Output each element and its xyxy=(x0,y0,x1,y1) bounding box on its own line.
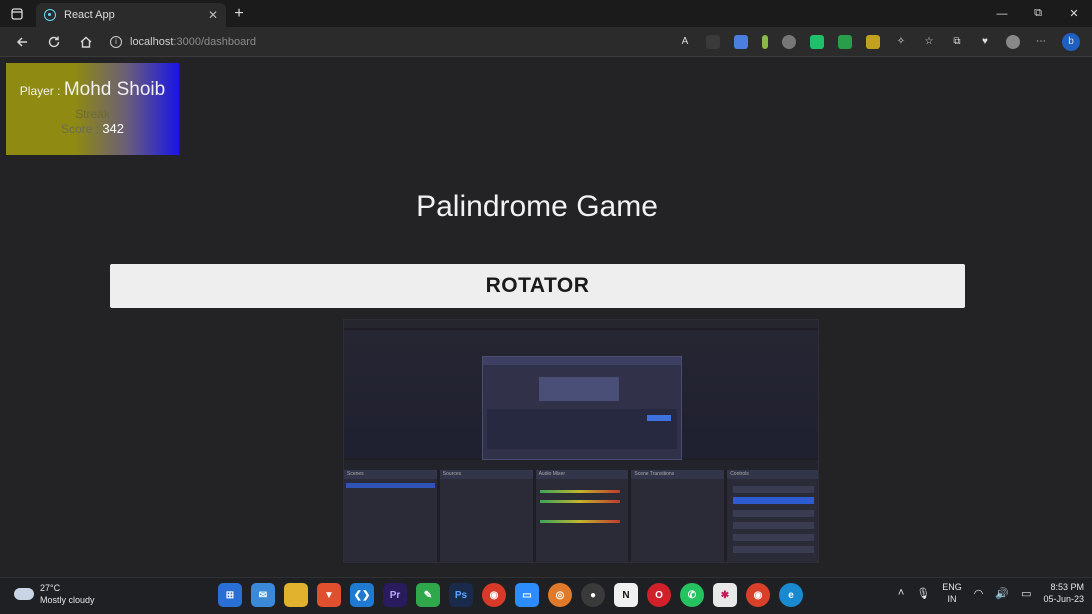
system-tray: ˄ 🎙 ENG IN ◠ 🔊 ▭ 8:53 PM 05-Jun-23 xyxy=(898,581,1084,605)
preview-nested-window xyxy=(482,356,682,460)
microphone-icon[interactable]: 🎙 xyxy=(916,587,930,600)
back-arrow-icon xyxy=(16,36,27,47)
profile-avatar-icon[interactable] xyxy=(1006,34,1020,49)
react-favicon-icon xyxy=(44,9,56,21)
close-window-button[interactable]: ✕ xyxy=(1056,0,1092,27)
extension-blue-icon[interactable] xyxy=(734,34,748,49)
bing-chat-icon[interactable]: b xyxy=(1062,32,1080,51)
volume-icon[interactable]: 🔊 xyxy=(995,587,1009,600)
minimize-button[interactable]: — xyxy=(984,0,1020,27)
start-icon[interactable]: ⊞ xyxy=(218,583,242,607)
wifi-icon[interactable]: ◠ xyxy=(974,587,984,600)
page-title: Palindrome Game xyxy=(416,190,658,223)
extensions-row: A ✧ ☆ ⧉ ♥ ⋯ b xyxy=(678,32,1086,51)
browser-essentials-icon[interactable]: ♥ xyxy=(978,35,992,49)
tray-chevron-up-icon[interactable]: ˄ xyxy=(898,587,904,599)
chrome-icon[interactable]: ◉ xyxy=(482,583,506,607)
streak-label: Streak xyxy=(75,107,110,121)
clock-time: 8:53 PM xyxy=(1050,582,1084,592)
url-host: localhost xyxy=(130,35,174,48)
favorites-icon[interactable]: ☆ xyxy=(922,35,936,49)
new-tab-button[interactable]: + xyxy=(226,2,252,26)
player-info: Player : Mohd Shoib xyxy=(6,79,179,101)
app-available-icon[interactable] xyxy=(706,34,720,49)
clock[interactable]: 8:53 PM 05-Jun-23 xyxy=(1043,581,1084,605)
extensions-puzzle-icon[interactable]: ✧ xyxy=(894,35,908,49)
mail-icon[interactable]: ✉ xyxy=(251,583,275,607)
taskbar-apps: ⊞ ✉ ▼ ❮❯ Pr ✎ Ps ◉ ▭ ◎ ● N O ✆ ✱ ◉ e xyxy=(218,583,803,607)
language-indicator[interactable]: ENG IN xyxy=(942,581,962,605)
battery-icon[interactable]: ▭ xyxy=(1021,587,1031,600)
dock-sources: Sources xyxy=(439,470,533,562)
restore-button[interactable]: ⧉ xyxy=(1020,0,1056,27)
zoom-icon[interactable]: ▭ xyxy=(515,583,539,607)
preview-status-strip xyxy=(344,460,818,470)
player-card: Player : Mohd Shoib Streak Score : 342 xyxy=(6,63,179,155)
score-value: 342 xyxy=(102,121,125,136)
home-button[interactable] xyxy=(70,29,102,55)
preview-docks: Scenes Sources Audio Mixer Scene Transit… xyxy=(344,470,818,562)
browser-toolbar: i localhost:3000/dashboard A ✧ ☆ ⧉ ♥ ⋯ b xyxy=(0,27,1092,57)
window-controls: — ⧉ ✕ xyxy=(984,0,1092,27)
notepad-icon[interactable]: ✎ xyxy=(416,583,440,607)
extension-gray-icon[interactable] xyxy=(782,34,796,49)
photoshop-icon[interactable]: Ps xyxy=(449,583,473,607)
extension-shield-icon[interactable] xyxy=(838,34,852,49)
windows-taskbar: 27°C Mostly cloudy ⊞ ✉ ▼ ❮❯ Pr ✎ Ps ◉ ▭ … xyxy=(0,577,1092,614)
brave-icon[interactable]: ▼ xyxy=(317,583,341,607)
premiere-icon[interactable]: Pr xyxy=(383,583,407,607)
clock-date: 05-Jun-23 xyxy=(1043,594,1084,604)
home-icon xyxy=(80,36,92,48)
player-label: Player : xyxy=(19,84,61,98)
extension-color-icon[interactable] xyxy=(866,34,880,49)
extension-green-icon[interactable] xyxy=(810,34,824,49)
screen-share-preview: Scenes Sources Audio Mixer Scene Transit… xyxy=(343,319,819,563)
chrome-dev-icon[interactable]: ◉ xyxy=(746,583,770,607)
opera-icon[interactable]: O xyxy=(647,583,671,607)
read-aloud-icon[interactable]: A xyxy=(678,35,692,49)
file-explorer-icon[interactable] xyxy=(284,583,308,607)
page-content: Player : Mohd Shoib Streak Score : 342 P… xyxy=(0,57,1092,577)
weather-temperature: 27°C xyxy=(40,583,61,593)
dock-scene-transitions: Scene Transitions xyxy=(631,470,725,562)
back-button[interactable] xyxy=(6,29,38,55)
url-path: :3000/dashboard xyxy=(173,35,256,48)
notion-icon[interactable]: N xyxy=(614,583,638,607)
dock-controls: Controls xyxy=(727,470,818,562)
tab-actions-icon[interactable] xyxy=(0,0,34,27)
player-name: Mohd Shoib xyxy=(63,79,166,100)
extension-tag-icon[interactable] xyxy=(762,34,768,49)
slack-icon[interactable]: ✱ xyxy=(713,583,737,607)
score-line: Score : 342 xyxy=(6,121,179,136)
weather-widget[interactable]: 27°C Mostly cloudy xyxy=(14,582,95,606)
preview-canvas xyxy=(344,330,818,460)
tab-react-app[interactable]: React App ✕ xyxy=(36,3,226,27)
preview-menubar xyxy=(344,320,818,328)
more-options-icon[interactable]: ⋯ xyxy=(1034,35,1048,49)
word-display: ROTATOR xyxy=(110,264,965,308)
info-icon[interactable]: i xyxy=(110,35,122,48)
dock-scenes: Scenes xyxy=(344,470,437,562)
blender-icon[interactable]: ◎ xyxy=(548,583,572,607)
address-bar[interactable]: i localhost:3000/dashboard xyxy=(110,30,410,54)
language-top: ENG xyxy=(942,582,962,592)
edge-icon[interactable]: e xyxy=(779,583,803,607)
collections-icon[interactable]: ⧉ xyxy=(950,35,964,49)
dock-audio-mixer: Audio Mixer xyxy=(535,470,629,562)
browser-titlebar: React App ✕ + — ⧉ ✕ xyxy=(0,0,1092,27)
vscode-icon[interactable]: ❮❯ xyxy=(350,583,374,607)
streak-line: Streak xyxy=(6,107,179,121)
tab-title: React App xyxy=(64,9,115,21)
language-bottom: IN xyxy=(947,594,957,604)
refresh-icon xyxy=(48,36,60,47)
refresh-button[interactable] xyxy=(38,29,70,55)
tab-close-button[interactable]: ✕ xyxy=(208,8,218,22)
cloud-icon xyxy=(14,588,34,600)
score-label: Score : xyxy=(60,122,99,136)
obs-icon[interactable]: ● xyxy=(581,583,605,607)
whatsapp-icon[interactable]: ✆ xyxy=(680,583,704,607)
weather-description: Mostly cloudy xyxy=(40,595,95,605)
